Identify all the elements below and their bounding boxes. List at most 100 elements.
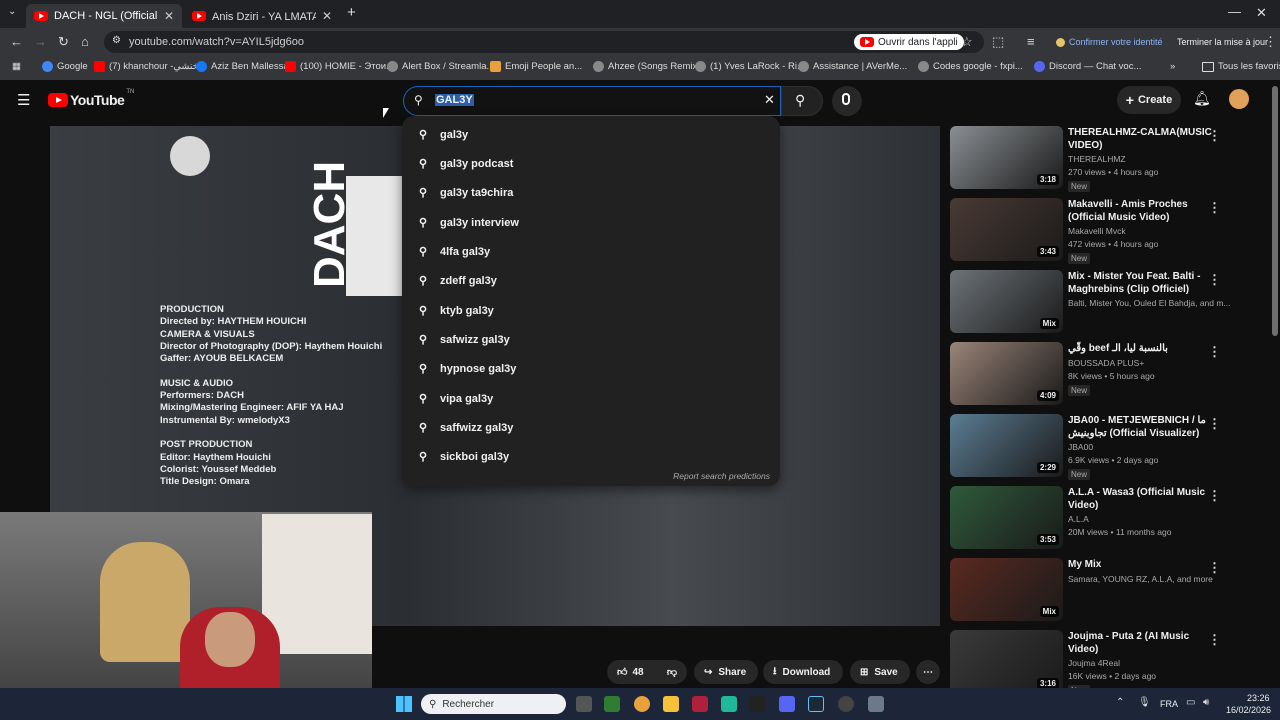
video-menu-icon[interactable]: ⋮ [1208,344,1221,360]
chrome-icon[interactable] [634,696,650,712]
like-button[interactable]: 👍︎ 48 [607,666,644,679]
video-card[interactable]: 3:43 Makavelli - Amis Proches (Official M… [950,198,1270,268]
suggestion-item[interactable]: ⚲ safwizz gal3y [402,325,780,354]
bookmark-item[interactable]: Google [42,61,88,72]
network-icon[interactable]: ▭ [1186,697,1195,708]
app-icon[interactable] [721,696,737,712]
more-bookmarks-icon[interactable]: » [1170,61,1175,72]
suggestion-item[interactable]: ⚲ 4lfa gal3y [402,237,780,266]
hamburger-menu-icon[interactable]: ☰ [17,91,30,109]
video-thumbnail[interactable]: Mix [950,270,1063,333]
search-box[interactable]: ⚲ GAL3Y ✕ [403,86,781,116]
bookmark-item[interactable]: Codes google - fxpi... [918,61,1023,72]
video-thumbnail[interactable]: 3:18 [950,126,1063,189]
update-button[interactable]: Terminer la mise à jour [1177,37,1268,47]
menu-dots-icon[interactable]: ⋮ [1264,34,1277,50]
obs-icon[interactable] [838,696,854,712]
bookmark-item[interactable]: (100) HOMIE - Этои... [285,61,394,72]
all-bookmarks-folder[interactable]: Tous les favoris [1202,61,1280,72]
suggestion-item[interactable]: ⚲ gal3y interview [402,208,780,237]
suggestion-item[interactable]: ⚲ hypnose gal3y [402,354,780,383]
close-tab-icon[interactable]: ✕ [322,9,332,23]
video-card[interactable]: Mix My Mix Samara, YOUNG RZ, A.L.A, and mo… [950,558,1270,628]
discord-icon[interactable] [779,696,795,712]
video-thumbnail[interactable]: 4:09 [950,342,1063,405]
video-title[interactable]: A.L.A - Wasa3 (Official Music Video) [1068,486,1213,512]
video-menu-icon[interactable]: ⋮ [1208,488,1221,504]
clear-search-icon[interactable]: ✕ [764,92,775,108]
report-predictions-link[interactable]: Report search predictions [673,471,770,481]
new-tab-icon[interactable]: + [347,4,356,21]
clock-time[interactable]: 23:26 [1247,693,1270,703]
video-thumbnail[interactable]: Mix [950,558,1063,621]
tray-mic-icon[interactable]: 🎙︎ [1138,697,1151,708]
save-button[interactable]: ⊞ Save [850,660,910,684]
app-icon[interactable] [604,696,620,712]
video-thumbnail[interactable]: 3:16 [950,630,1063,693]
task-view-icon[interactable] [576,696,592,712]
video-menu-icon[interactable]: ⋮ [1208,128,1221,144]
bookmark-item[interactable]: Assistance | AVerMe... [798,61,907,72]
home-icon[interactable]: ⌂ [81,34,89,49]
tab-search-icon[interactable]: ⌄ [8,6,16,17]
video-menu-icon[interactable]: ⋮ [1208,200,1221,216]
close-window-icon[interactable]: ✕ [1256,5,1267,21]
video-thumbnail[interactable]: 2:29 [950,414,1063,477]
channel-name[interactable]: A.L.A [1068,514,1089,524]
suggestion-item[interactable]: ⚲ ktyb gal3y [402,296,780,325]
volume-icon[interactable]: 🔊︎ [1203,697,1209,708]
minimize-icon[interactable]: — [1228,4,1241,19]
suggestion-item[interactable]: ⚲ gal3y podcast [402,149,780,178]
video-menu-icon[interactable]: ⋮ [1208,272,1221,288]
settings-icon[interactable] [868,696,884,712]
video-title[interactable]: My Mix [1068,558,1213,571]
search-button[interactable]: ⚲ [781,86,823,116]
channel-name[interactable]: Joujma 4Real [1068,658,1120,668]
suggestion-item[interactable]: ⚲ zdeff gal3y [402,266,780,295]
video-card[interactable]: Mix Mix - Mister You Feat. Balti - Maghre… [950,270,1270,340]
taskbar-search[interactable]: ⚲ Rechercher [421,694,566,714]
avatar[interactable] [1229,89,1249,109]
video-thumbnail[interactable]: 3:53 [950,486,1063,549]
language-indicator[interactable]: FRA [1160,699,1178,709]
channel-name[interactable]: THEREALHMZ [1068,154,1126,164]
bookmark-item[interactable]: Discord — Chat voc... [1034,61,1141,72]
channel-name[interactable]: Samara, YOUNG RZ, A.L.A, and more [1068,574,1213,584]
channel-name[interactable]: BOUSSADA PLUS+ [1068,358,1144,368]
bookmark-star-icon[interactable]: ☆ [961,34,973,50]
video-card[interactable]: 4:09 وقّي beef بالنسبة ليا، الـ BOUSSADA P… [950,342,1270,412]
bookmark-item[interactable]: Alert Box / Streamla... [387,61,494,72]
voice-search-button[interactable] [832,86,862,116]
dislike-icon[interactable]: 👎︎ [667,666,687,678]
clock-date[interactable]: 16/02/2026 [1226,705,1271,715]
channel-name[interactable]: JBA00 [1068,442,1093,452]
suggestion-item[interactable]: ⚲ gal3y [402,120,780,149]
notifications-bell-icon[interactable]: 🔔︎ [1193,90,1211,107]
windows-start-icon[interactable] [396,696,412,712]
video-title[interactable]: Mix - Mister You Feat. Balti - Maghrebin… [1068,270,1213,296]
video-card[interactable]: 2:29 JBA00 - METJEWEBNICH / ما تجاوبنيش (… [950,414,1270,484]
video-menu-icon[interactable]: ⋮ [1208,416,1221,432]
video-title[interactable]: JBA00 - METJEWEBNICH / ما تجاوبنيش (Offi… [1068,414,1213,440]
media-icon[interactable]: ≡ [1027,34,1035,49]
bookmark-item[interactable]: (7) khanchour -خنشي... [94,61,206,72]
open-in-app-button[interactable]: Ouvrir dans l'appli [854,34,964,50]
reload-icon[interactable]: ↻ [58,34,69,50]
bookmark-item[interactable]: Ahzee (Songs Remix... [593,61,705,72]
video-title[interactable]: وقّي beef بالنسبة ليا، الـ [1068,342,1213,355]
steam-icon[interactable] [808,696,824,712]
forward-icon[interactable]: → [34,34,47,49]
video-thumbnail[interactable]: 3:43 [950,198,1063,261]
apps-grid-icon[interactable]: ▦ [12,61,21,72]
share-button[interactable]: ↪ Share [694,660,758,684]
extensions-icon[interactable]: ⬚ [992,34,1004,50]
video-menu-icon[interactable]: ⋮ [1208,560,1221,576]
channel-name[interactable]: Makavelli Mvck [1068,226,1126,236]
back-icon[interactable]: ← [10,34,23,49]
tab-dach-ngl[interactable]: DACH - NGL (Official Music Vid ✕ [26,4,182,28]
site-info-icon[interactable]: ⚙ [112,35,121,46]
youtube-logo[interactable]: YouTube TN [48,89,134,108]
bookmark-item[interactable]: Aziz Ben Mallessa [196,61,289,72]
suggestion-item[interactable]: ⚲ gal3y ta9chira [402,178,780,207]
video-title[interactable]: THEREALHMZ-CALMA(MUSIC VIDEO) [1068,126,1213,152]
